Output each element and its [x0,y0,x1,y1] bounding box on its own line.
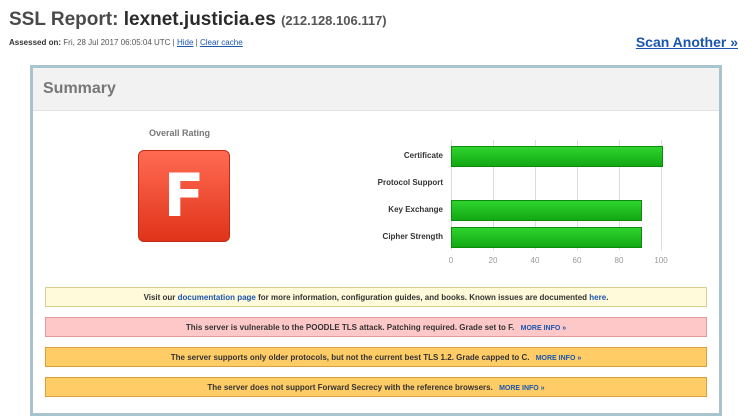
ip-address: (212.128.106.117) [281,13,387,28]
known-issues-link[interactable]: here [589,293,606,302]
tls12-warning: The server supports only older protocols… [45,347,707,367]
assessed-label: Assessed on: [9,38,62,47]
fs-more-info-link[interactable]: MORE INFO » [499,385,545,392]
documentation-notice: Visit our documentation page for more in… [45,287,707,307]
x-tick-label: 100 [654,256,668,265]
score-bar [451,227,642,248]
x-tick-label: 40 [530,256,540,265]
poodle-warning: This server is vulnerable to the POODLE … [45,317,707,337]
hide-link[interactable]: Hide [177,38,193,47]
poodle-more-info-link[interactable]: MORE INFO » [521,325,567,332]
scan-another-link[interactable]: Scan Another » [636,34,738,50]
assessed-date: Fri, 28 Jul 2017 06:05:04 UTC | [63,38,175,47]
info-mid: for more information, configuration guid… [258,293,588,302]
tls12-text: The server supports only older protocols… [170,353,530,362]
bar-label: Key Exchange [388,205,443,214]
overall-rating-label: Overall Rating [149,128,211,138]
title-prefix: SSL Report: [9,9,119,30]
assessed-line: Assessed on: Fri, 28 Jul 2017 06:05:04 U… [9,38,243,47]
tls12-more-info-link[interactable]: MORE INFO » [536,355,582,362]
summary-panel: Summary Overall Rating F 0 20 40 60 80 100 Cer… [30,65,722,416]
poodle-text: This server is vulnerable to the POODLE … [185,323,515,332]
summary-header: Summary [33,68,719,111]
info-pre: Visit our [143,293,176,302]
summary-title: Summary [43,80,116,97]
documentation-link[interactable]: documentation page [178,293,256,302]
hostname: lexnet.justicia.es [123,9,276,30]
score-bar [451,200,642,221]
x-tick-label: 20 [488,256,498,265]
info-end: . [606,293,609,302]
page-title: SSL Report: lexnet.justicia.es (212.128.… [9,9,387,31]
score-bar [451,146,663,167]
bar-label: Certificate [403,151,443,160]
x-tick-label: 60 [572,256,582,265]
x-tick-label: 0 [448,256,454,265]
clear-cache-link[interactable]: Clear cache [200,38,243,47]
forward-secrecy-warning: The server does not support Forward Secr… [45,377,707,397]
bar-label: Protocol Support [377,178,443,187]
grade-badge: F [138,150,230,242]
link-separator: | [195,38,198,47]
fs-text: The server does not support Forward Secr… [207,383,493,392]
x-tick-label: 80 [614,256,624,265]
bar-label: Cipher Strength [382,232,443,241]
rating-bar-chart: 0 20 40 60 80 100 Certificate Protocol Support K… [343,136,668,266]
